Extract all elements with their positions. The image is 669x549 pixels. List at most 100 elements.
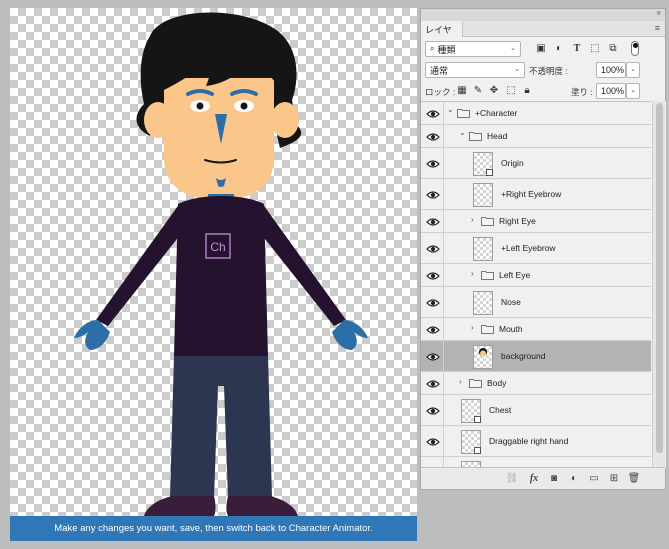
layer-name: Mouth [499,324,523,334]
layer-name: Draggable right hand [489,436,569,446]
row-divider [443,233,444,263]
visibility-eye-icon[interactable] [426,159,440,169]
layer-thumbnail [473,236,493,261]
adjustment-icon[interactable]: ◐ [567,472,581,486]
visibility-eye-icon[interactable] [426,244,440,254]
layers-scroll-thumb[interactable] [656,103,663,453]
layer-row[interactable]: Chest [421,395,651,426]
row-divider [443,264,444,286]
chevron-right-icon[interactable]: › [471,215,474,224]
row-divider [443,210,444,232]
filter-shape-icon[interactable]: ⬚ [589,43,601,55]
mask-icon[interactable]: ◙ [547,472,561,486]
folder-icon [481,216,494,226]
lock-position-icon[interactable]: ✥ [488,85,500,97]
shirt-logo-text: Ch [210,240,225,254]
visibility-eye-icon[interactable] [426,109,440,119]
layer-row[interactable]: › Right Eye [421,210,651,233]
layer-row[interactable]: +Right Eyebrow [421,179,651,210]
visibility-eye-icon[interactable] [426,132,440,142]
layers-list[interactable]: ⌄ +Character ⌄ Head Origin +Right Eyebrow › Rig… [421,101,651,469]
layer-name: Right Eye [499,216,536,226]
fill-label: 塗り : [571,87,593,97]
tab-layers[interactable]: レイヤー [421,21,463,48]
visibility-eye-icon[interactable] [426,190,440,200]
chevron-right-icon[interactable]: › [471,269,474,278]
layer-row[interactable]: background [421,341,651,372]
lock-artboard-icon[interactable]: ⬚ [505,85,517,97]
filter-row: ⌕ 種類 ⌄ ▣ ◐ T ⬚ ⧉ [421,38,665,60]
row-divider [443,125,444,147]
right-shoe [144,496,216,516]
filter-type-icon[interactable]: T [571,43,583,55]
layer-row[interactable]: › Body [421,372,651,395]
visibility-eye-icon[interactable] [426,352,440,362]
layer-row[interactable]: +Left Eyebrow [421,233,651,264]
visibility-eye-icon[interactable] [426,325,440,335]
opacity-input[interactable]: 100% [596,62,626,78]
lock-row: ロック : ▦ ✎ ✥ ⬚ 🔒︎ 塗り : 100% ⌄ [421,80,665,102]
chevron-right-icon[interactable]: › [459,377,462,386]
layer-row[interactable]: ⌄ +Character [421,102,651,125]
visibility-eye-icon[interactable] [426,406,440,416]
row-divider [443,318,444,340]
fill-dropdown-button[interactable]: ⌄ [626,83,640,99]
filter-kind-dropdown[interactable]: ⌕ 種類 ⌄ [425,41,521,57]
fill-input[interactable]: 100% [596,83,626,99]
link-icon[interactable]: ⛓ [505,472,519,486]
right-pupil [196,102,204,110]
visibility-eye-icon[interactable] [426,298,440,308]
visibility-eye-icon[interactable] [426,379,440,389]
new-group-icon[interactable]: ▭ [587,472,601,486]
document-canvas[interactable]: Ch [10,8,417,516]
lock-label: ロック : [425,87,456,97]
layer-name: Chest [489,405,512,415]
folder-icon [457,108,470,118]
layers-scrollbar[interactable] [652,101,666,469]
smart-object-icon [474,415,481,423]
left-pupil [240,102,248,110]
layer-row[interactable]: Draggable right hand [421,426,651,457]
smart-object-icon [474,446,481,454]
trash-icon[interactable]: 🗑︎ [627,472,641,486]
layer-row[interactable]: Origin [421,148,651,179]
character-illustration: Ch [74,12,368,516]
blend-mode-dropdown[interactable]: 通常 ⌄ [425,62,525,78]
layer-name: Origin [501,158,524,168]
collapse-icon[interactable]: » [657,8,661,17]
layer-name: +Character [475,108,518,118]
row-divider [443,426,444,456]
opacity-value: 100% [601,65,625,75]
opacity-dropdown-button[interactable]: ⌄ [626,62,640,78]
lock-paint-icon[interactable]: ✎ [472,85,484,97]
filter-adjustment-icon[interactable]: ◐ [553,43,565,55]
visibility-eye-icon[interactable] [426,271,440,281]
visibility-eye-icon[interactable] [426,437,440,447]
chevron-right-icon[interactable]: › [471,323,474,332]
layer-thumbnail [473,344,493,369]
panel-titlebar[interactable]: » [421,8,665,21]
fx-icon[interactable]: fx [527,472,541,486]
blend-mode-value: 通常 [430,65,449,76]
visibility-eye-icon[interactable] [426,217,440,227]
pants [170,356,272,498]
layer-name: Body [487,378,507,388]
chevron-down-icon[interactable]: ⌄ [459,128,466,137]
layer-row[interactable]: ⌄ Head [421,125,651,148]
layer-name: Head [487,131,508,141]
row-divider [443,179,444,209]
layer-thumbnail [473,182,493,207]
filter-smart-object-icon[interactable]: ⧉ [607,43,619,55]
filter-toggle-icon[interactable] [631,41,639,56]
new-layer-icon[interactable]: ⊞ [607,472,621,486]
left-hand [332,320,368,350]
chevron-down-icon[interactable]: ⌄ [447,105,454,114]
layer-row[interactable]: › Mouth [421,318,651,341]
layer-row[interactable]: › Left Eye [421,264,651,287]
layer-name: +Right Eyebrow [501,189,562,199]
lock-transparent-icon[interactable]: ▦ [456,85,468,97]
lock-all-icon[interactable]: 🔒︎ [521,85,533,97]
panel-menu-icon[interactable]: ≡ [655,23,660,33]
layer-row[interactable]: Nose [421,287,651,318]
filter-pixel-icon[interactable]: ▣ [535,43,547,55]
